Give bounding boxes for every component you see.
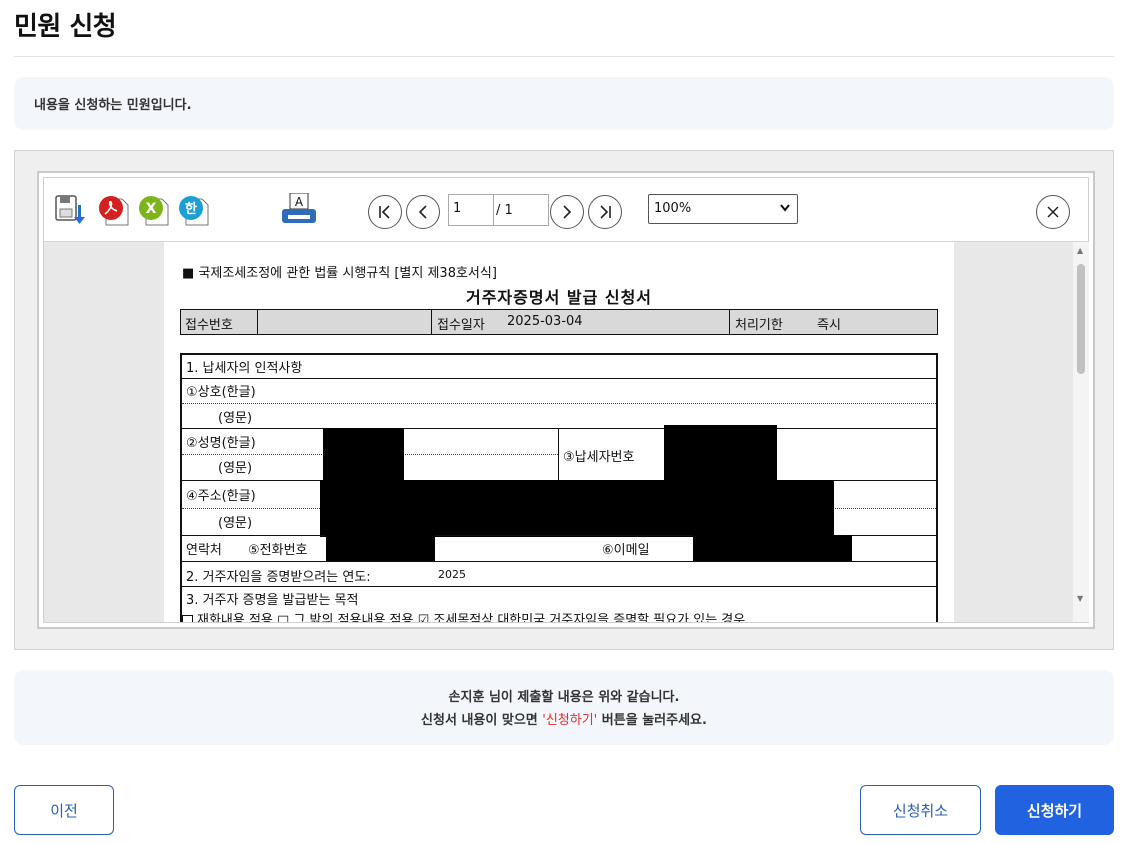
name-kr-label: ②성명(한글)	[186, 436, 256, 451]
pdf-icon[interactable]	[96, 193, 130, 227]
taxpayer-no-label: ③납세자번호	[563, 450, 635, 465]
first-page-button[interactable]	[368, 195, 402, 229]
period-label: 처리기한	[735, 318, 783, 333]
page-number-input[interactable]: 1	[448, 194, 494, 226]
contact-label: 연락처	[186, 543, 222, 558]
info-text: 내용을 신청하는 민원입니다.	[34, 98, 192, 113]
notice-line2-suffix: 버튼을 눌러주세요.	[597, 713, 707, 728]
svg-text:A: A	[295, 195, 304, 209]
zoom-value: 100%	[654, 201, 692, 216]
redacted-name	[323, 428, 404, 480]
law-reference: ■ 국제조세조정에 관한 법률 시행규칙 [별지 제38호서식]	[182, 266, 497, 281]
excel-icon[interactable]: X	[136, 193, 170, 227]
receipt-date-label: 접수일자	[437, 318, 485, 333]
svg-text:한: 한	[185, 201, 197, 217]
prev-page-button[interactable]	[406, 195, 440, 229]
close-viewer-button[interactable]	[1036, 195, 1070, 229]
last-page-icon	[600, 205, 611, 219]
submit-button[interactable]: 신청하기	[995, 785, 1114, 835]
notice-line2: 신청서 내용이 맞으면 '신청하기' 버튼을 눌러주세요.	[14, 709, 1114, 728]
viewer-toolbar: X 한 A 1 / 1 100%	[44, 178, 1088, 242]
section2-year: 2025	[438, 568, 466, 581]
phone-label: ⑤전화번호	[248, 543, 308, 558]
cancel-button[interactable]: 신청취소	[860, 785, 981, 835]
info-box: 내용을 신청하는 민원입니다.	[14, 77, 1114, 130]
section2-title: 2. 거주자임을 증명받으려는 연도:	[186, 570, 371, 585]
redacted-address	[320, 480, 834, 537]
zoom-select[interactable]: 100%	[648, 194, 798, 224]
company-en-label: (영문)	[218, 411, 253, 426]
receipt-table: 접수번호 접수일자 2025-03-04 처리기한 즉시	[180, 309, 938, 335]
print-icon[interactable]: A	[280, 192, 320, 227]
purpose-row: 재화내용 적용 □ 그 밖의 적용내용 적용 ☑ 조세목적상 대한민국 거주자임…	[182, 609, 745, 622]
purpose-checkbox[interactable]	[182, 615, 193, 622]
notice-box: 손지훈 님이 제출할 내용은 위와 같습니다. 신청서 내용이 맞으면 '신청하…	[14, 670, 1114, 745]
viewer-scrollbar[interactable]: ▲ ▼	[1073, 242, 1089, 622]
hwp-icon[interactable]: 한	[176, 193, 210, 227]
title-divider	[14, 56, 1114, 57]
notice-highlight: '신청하기'	[542, 713, 598, 728]
company-kr-label: ①상호(한글)	[186, 385, 256, 400]
save-icon[interactable]	[54, 193, 88, 227]
notice-line1: 손지훈 님이 제출할 내용은 위와 같습니다.	[448, 690, 680, 705]
viewer-border: X 한 A 1 / 1 100% ■ 국제조세조정에 관한 법률 시행규칙 [별…	[37, 171, 1095, 629]
prev-button[interactable]: 이전	[14, 785, 114, 835]
address-kr-label: ④주소(한글)	[186, 489, 256, 504]
email-label: ⑥이메일	[602, 543, 650, 558]
receipt-date-value: 2025-03-04	[507, 314, 583, 329]
section3-title: 3. 거주자 증명을 발급받는 목적	[186, 593, 359, 608]
purpose-text: 재화내용 적용 □ 그 밖의 적용내용 적용 ☑ 조세목적상 대한민국 거주자임…	[197, 613, 746, 622]
scroll-down-icon[interactable]: ▼	[1077, 594, 1083, 603]
document-title: 거주자증명서 발급 신청서	[465, 288, 653, 307]
receipt-no-label: 접수번호	[185, 318, 233, 333]
next-page-icon	[563, 205, 572, 219]
redacted-phone	[326, 535, 435, 561]
scroll-up-icon[interactable]: ▲	[1077, 246, 1083, 255]
page-title: 민원 신청	[14, 12, 117, 42]
prev-page-icon	[418, 205, 427, 219]
scroll-thumb[interactable]	[1077, 264, 1085, 374]
page-total: / 1	[494, 194, 549, 226]
name-en-label: (영문)	[218, 461, 253, 476]
next-page-button[interactable]	[550, 195, 584, 229]
address-en-label: (영문)	[218, 516, 253, 531]
first-page-icon	[379, 205, 390, 219]
document-area: ■ 국제조세조정에 관한 법률 시행규칙 [별지 제38호서식] 거주자증명서 …	[44, 242, 1073, 622]
viewer-body: X 한 A 1 / 1 100% ■ 국제조세조정에 관한 법률 시행규칙 [별…	[43, 177, 1089, 623]
redacted-taxpayer-no	[664, 425, 777, 480]
document-viewer: X 한 A 1 / 1 100% ■ 국제조세조정에 관한 법률 시행규칙 [별…	[14, 150, 1114, 650]
close-icon	[1047, 206, 1059, 218]
applicant-form: 1. 납세자의 인적사항 ①상호(한글) (영문) ②성명(한글) (영문) ③…	[180, 353, 938, 622]
section1-title: 1. 납세자의 인적사항	[186, 361, 303, 376]
svg-text:X: X	[146, 201, 157, 217]
period-value: 즉시	[817, 318, 841, 333]
notice-line2-prefix: 신청서 내용이 맞으면	[421, 713, 543, 728]
redacted-email	[693, 535, 852, 561]
document-page: ■ 국제조세조정에 관한 법률 시행규칙 [별지 제38호서식] 거주자증명서 …	[164, 242, 954, 622]
last-page-button[interactable]	[588, 195, 622, 229]
chevron-down-icon	[780, 204, 790, 212]
